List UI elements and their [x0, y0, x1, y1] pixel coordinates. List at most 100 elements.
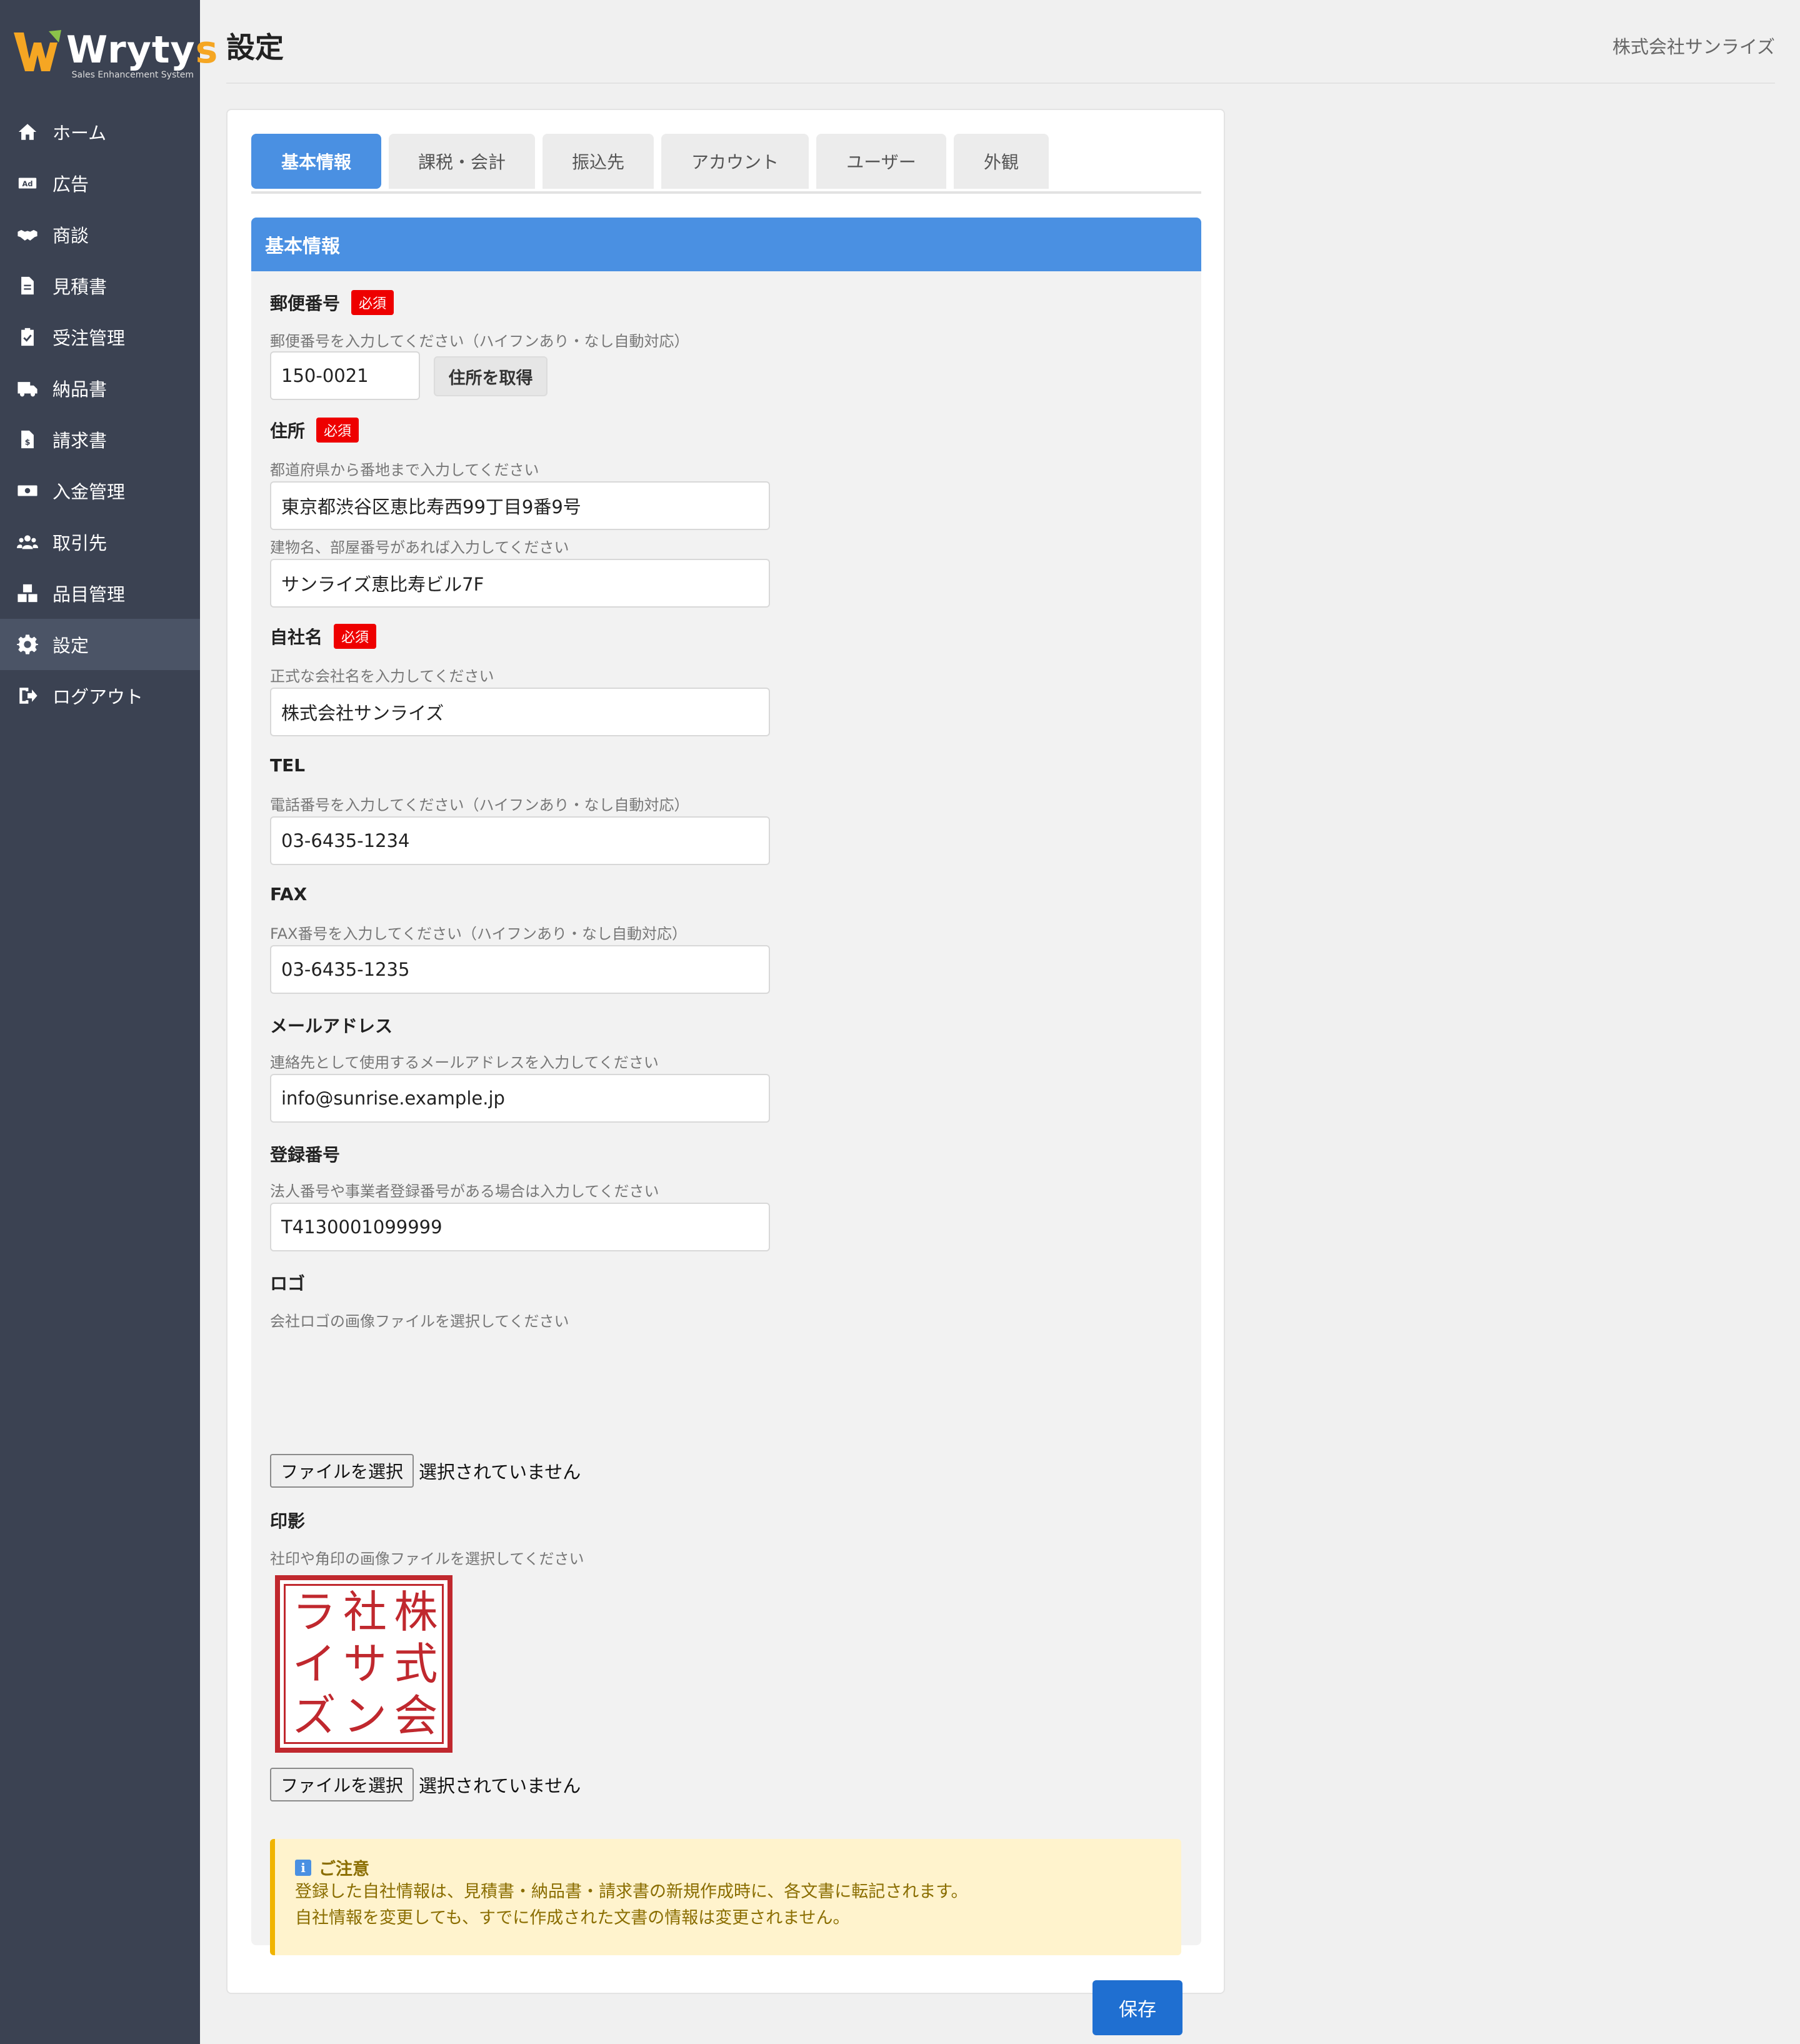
sidebar-item-payments[interactable]: 入金管理 — [0, 465, 200, 516]
sidebar-item-label: 取引先 — [52, 533, 108, 554]
email-help: 連絡先として使用するメールアドレスを入力してください — [270, 1054, 659, 1071]
sidebar-item-label: 入金管理 — [52, 481, 126, 503]
sidebar-item-delivery[interactable]: 納品書 — [0, 363, 200, 414]
basic-info-form: 郵便番号 必須 郵便番号を入力してください（ハイフンあり・なし自動対応） 150… — [251, 271, 1201, 2035]
money-icon — [15, 478, 40, 503]
tab-appearance[interactable]: 外観 — [954, 134, 1049, 189]
logo-subtitle: Sales Enhancement System — [71, 70, 194, 80]
sidebar-item-label: ホーム — [52, 123, 107, 144]
seal-char: 会 — [394, 1690, 438, 1741]
logo-file-status: 選択されていません — [419, 1461, 581, 1483]
company-label: 自社名 必須 — [270, 624, 377, 649]
notice-title: i ご注意 — [295, 1855, 369, 1880]
settings-card: 基本情報 課税・会計 振込先 アカウント ユーザー 外観 基本情報 郵便番号 必… — [226, 109, 1225, 2035]
section-header: 基本情報 — [251, 218, 1201, 271]
header-divider — [226, 83, 1775, 84]
seal-characters: ラ 社 株 イ サ 式 ズ ン 会 — [289, 1586, 441, 1741]
sidebar-item-deals[interactable]: 商談 — [0, 209, 200, 260]
settings-tabs: 基本情報 課税・会計 振込先 アカウント ユーザー 外観 — [251, 134, 1201, 194]
fax-help: FAX番号を入力してください（ハイフンあり・なし自動対応） — [270, 925, 688, 943]
tel-input[interactable]: 03-6435-1234 — [270, 816, 770, 865]
email-input[interactable]: info@sunrise.example.jp — [270, 1074, 770, 1123]
notice-box: i ご注意 登録した自社情報は、見積書・納品書・請求書の新規作成時に、各文書に転… — [270, 1839, 1181, 1955]
sidebar-item-settings[interactable]: 設定 — [0, 619, 200, 670]
sidebar-item-label: 設定 — [52, 635, 89, 656]
sidebar-item-ads[interactable]: Ad 広告 — [0, 158, 200, 209]
sidebar-item-label: 受注管理 — [52, 328, 126, 349]
seal-help: 社印や角印の画像ファイルを選択してください — [270, 1550, 584, 1568]
sidebar-item-logout[interactable]: ログアウト — [0, 670, 200, 721]
sidebar-item-products[interactable]: 品目管理 — [0, 568, 200, 619]
address-label-text: 住所 — [270, 421, 306, 441]
tab-tax-accounting[interactable]: 課税・会計 — [389, 134, 535, 189]
tab-account[interactable]: アカウント — [661, 134, 809, 189]
document-icon — [15, 273, 40, 298]
company-input[interactable]: 株式会社サンライズ — [270, 688, 770, 736]
seal-char: ラ — [292, 1586, 336, 1638]
sidebar-item-invoices[interactable]: $ 請求書 — [0, 414, 200, 465]
address-input[interactable]: 東京都渋谷区恵比寿西99丁目9番9号 — [270, 481, 770, 530]
address-label: 住所 必須 — [270, 418, 359, 443]
lookup-address-button[interactable]: 住所を取得 — [434, 356, 548, 396]
company-label-text: 自社名 — [270, 627, 323, 648]
ad-icon: Ad — [15, 171, 40, 196]
sidebar-item-label: 品目管理 — [52, 584, 126, 605]
seal-file-button[interactable]: ファイルを選択 — [270, 1768, 414, 1801]
svg-text:Ad: Ad — [22, 179, 33, 188]
logout-icon — [15, 683, 40, 708]
registration-help: 法人番号や事業者登録番号がある場合は入力してください — [270, 1183, 659, 1200]
fax-input[interactable]: 03-6435-1235 — [270, 945, 770, 994]
app-logo[interactable]: Wrytys Sales Enhancement System — [12, 25, 218, 85]
required-badge: 必須 — [334, 624, 377, 649]
seal-char: イ — [292, 1638, 336, 1690]
sidebar-item-label: 納品書 — [52, 379, 108, 400]
sidebar-item-home[interactable]: ホーム — [0, 106, 200, 158]
seal-label: 印影 — [270, 1511, 306, 1531]
seal-char: 式 — [394, 1638, 438, 1690]
home-icon — [15, 119, 40, 144]
logo-text: Wrytys — [66, 28, 219, 72]
sidebar-item-label: 見積書 — [52, 276, 108, 298]
sidebar-item-label: 広告 — [52, 174, 89, 195]
page-title: 設定 — [226, 31, 284, 64]
registration-input[interactable]: T4130001099999 — [270, 1203, 770, 1251]
sidebar-item-label: 商談 — [52, 225, 89, 246]
sidebar-nav: ホーム Ad 広告 商談 見積書 受注管理 納品書 $ 請求書 入金管理 取引先… — [0, 106, 200, 721]
postal-label-text: 郵便番号 — [270, 293, 341, 314]
notice-title-text: ご注意 — [319, 1860, 369, 1879]
handshake-icon — [15, 222, 40, 247]
save-button[interactable]: 保存 — [1092, 1980, 1182, 2035]
clipboard-check-icon — [15, 324, 40, 349]
boxes-icon — [15, 581, 40, 606]
tel-help: 電話番号を入力してください（ハイフンあり・なし自動対応） — [270, 796, 689, 814]
tel-label: TEL — [270, 755, 306, 776]
logo-w-icon — [14, 30, 61, 71]
sidebar-item-estimates[interactable]: 見積書 — [0, 260, 200, 311]
registration-label: 登録番号 — [270, 1145, 341, 1165]
building-input[interactable]: サンライズ恵比寿ビル7F — [270, 559, 770, 608]
fax-label: FAX — [270, 884, 308, 904]
sidebar: Wrytys Sales Enhancement System ホーム Ad 広… — [0, 0, 218, 2044]
notice-line-1: 登録した自社情報は、見積書・納品書・請求書の新規作成時に、各文書に転記されます。 — [295, 1882, 968, 1901]
tab-basic-info[interactable]: 基本情報 — [251, 134, 381, 189]
users-icon — [15, 529, 40, 554]
sidebar-item-label: ログアウト — [52, 686, 144, 708]
postal-label: 郵便番号 必須 — [270, 290, 394, 315]
address-help: 都道府県から番地まで入力してください — [270, 461, 539, 479]
seal-char: 社 — [342, 1586, 387, 1638]
sidebar-item-orders[interactable]: 受注管理 — [0, 311, 200, 363]
seal-char: ン — [342, 1690, 387, 1741]
info-icon: i — [295, 1859, 311, 1876]
tab-bank-transfer[interactable]: 振込先 — [542, 134, 654, 189]
gear-icon — [15, 632, 40, 657]
sidebar-item-clients[interactable]: 取引先 — [0, 516, 200, 568]
logo-file-button[interactable]: ファイルを選択 — [270, 1454, 414, 1488]
logo-label: ロゴ — [270, 1273, 306, 1294]
tab-users[interactable]: ユーザー — [816, 134, 946, 189]
header-company-name: 株式会社サンライズ — [1612, 36, 1775, 58]
email-label: メールアドレス — [270, 1016, 393, 1036]
seal-file-status: 選択されていません — [419, 1775, 581, 1796]
required-badge: 必須 — [351, 290, 394, 315]
postal-input[interactable]: 150-0021 — [270, 351, 420, 400]
required-badge: 必須 — [316, 418, 359, 443]
